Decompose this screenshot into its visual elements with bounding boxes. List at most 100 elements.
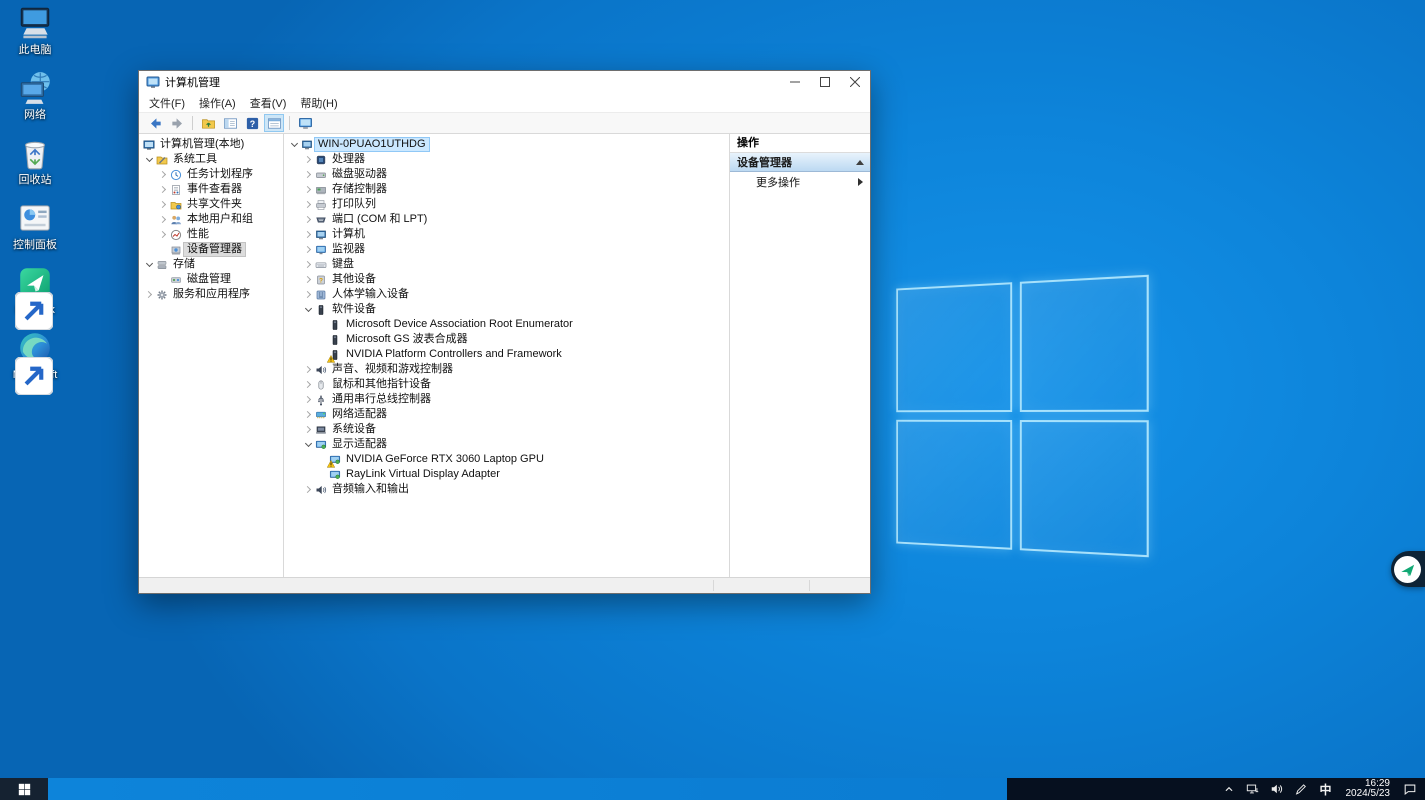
desktop-icon-edge[interactable]: Microsoft Edge [2,329,68,393]
tree-item[interactable]: 处理器 [284,152,729,167]
tree-item[interactable]: 打印队列 [284,197,729,212]
ime-indicator[interactable]: 中 [1317,781,1333,798]
help-button[interactable]: ? [242,114,262,132]
tree-item[interactable]: RayLink Virtual Display Adapter [284,467,729,482]
expand-chevron-icon[interactable] [302,423,315,436]
tree-item[interactable]: 网络适配器 [284,407,729,422]
expand-chevron-icon[interactable] [302,258,315,271]
expand-chevron-icon[interactable] [302,363,315,376]
desktop-icon-this-pc[interactable]: 此电脑 [2,4,68,56]
start-button[interactable] [0,778,48,800]
collapse-chevron-icon[interactable] [288,138,301,151]
tree-item[interactable]: 软件设备 [284,302,729,317]
desktop-icon-raylink[interactable]: RayLink [2,264,68,316]
tree-item[interactable]: 性能 [139,227,283,242]
console-tree-button[interactable] [220,114,240,132]
tree-item[interactable]: ?其他设备 [284,272,729,287]
collapse-chevron-icon[interactable] [302,438,315,451]
desktop-icon-recycle-bin[interactable]: 回收站 [2,134,68,186]
expand-chevron-icon[interactable] [302,393,315,406]
tree-item[interactable]: NVIDIA GeForce RTX 3060 Laptop GPU [284,452,729,467]
expand-chevron-icon[interactable] [157,198,170,211]
more-actions-item[interactable]: 更多操作 [730,172,870,192]
collapse-arrow-icon[interactable] [856,160,864,165]
back-button[interactable] [145,114,165,132]
menu-item-1[interactable]: 操作(A) [192,93,243,113]
menu-item-3[interactable]: 帮助(H) [293,93,344,113]
tree-item-label: 人体学输入设备 [329,288,412,301]
tree-item[interactable]: 存储控制器 [284,182,729,197]
expand-chevron-icon[interactable] [302,168,315,181]
clock[interactable]: 16:29 2024/5/23 [1343,779,1394,799]
expand-chevron-icon[interactable] [157,228,170,241]
tree-item[interactable]: 计算机 [284,227,729,242]
tree-item[interactable]: 通用串行总线控制器 [284,392,729,407]
network-tray-icon[interactable] [1245,782,1260,797]
menu-item-0[interactable]: 文件(F) [142,93,192,113]
monitor-toolbar-button[interactable] [295,114,315,132]
expand-chevron-icon[interactable] [157,213,170,226]
desktop-icon-network[interactable]: 网络 [2,69,68,121]
expand-chevron-icon[interactable] [302,288,315,301]
tree-item[interactable]: 计算机管理(本地) [139,137,283,152]
expand-chevron-icon[interactable] [302,378,315,391]
collapse-chevron-icon[interactable] [143,258,156,271]
tree-item[interactable]: 本地用户和组 [139,212,283,227]
volume-icon[interactable] [1269,782,1284,797]
action-center-icon[interactable] [1402,782,1417,797]
tree-item[interactable]: 磁盘驱动器 [284,167,729,182]
expand-chevron-icon[interactable] [157,183,170,196]
tree-item[interactable]: NVIDIA Platform Controllers and Framewor… [284,347,729,362]
expand-chevron-icon[interactable] [143,288,156,301]
tree-item[interactable]: Microsoft GS 波表合成器 [284,332,729,347]
expand-chevron-icon[interactable] [302,183,315,196]
expand-chevron-icon[interactable] [302,243,315,256]
maximize-button[interactable] [810,71,840,93]
tree-item[interactable]: 显示适配器 [284,437,729,452]
expand-chevron-icon[interactable] [302,213,315,226]
tree-item[interactable]: 监视器 [284,242,729,257]
tree-item[interactable]: 存储 [139,257,283,272]
desktop-icon-control-panel[interactable]: 控制面板 [2,199,68,251]
tree-item[interactable]: 事件查看器 [139,182,283,197]
close-button[interactable] [840,71,870,93]
tree-item[interactable]: 声音、视频和游戏控制器 [284,362,729,377]
tree-item[interactable]: 鼠标和其他指针设备 [284,377,729,392]
expand-chevron-icon[interactable] [302,408,315,421]
folder-up-button[interactable] [198,114,218,132]
tree-item[interactable]: 系统工具 [139,152,283,167]
tree-item[interactable]: 服务和应用程序 [139,287,283,302]
ports-icon [315,214,329,226]
tree-item[interactable]: 系统设备 [284,422,729,437]
title-bar[interactable]: 计算机管理 [139,71,870,93]
expand-chevron-icon[interactable] [302,153,315,166]
tree-item[interactable]: 人体学输入设备 [284,287,729,302]
collapse-chevron-icon[interactable] [143,153,156,166]
forward-button[interactable] [167,114,187,132]
properties-button[interactable] [264,114,284,132]
tree-item-label: 计算机 [329,228,368,241]
expand-chevron-icon[interactable] [157,168,170,181]
pen-icon[interactable] [1293,782,1308,797]
raylink-floating-button[interactable] [1391,551,1425,587]
tree-item[interactable]: WIN-0PUAO1UTHDG [284,137,729,152]
tree-item[interactable]: Microsoft Device Association Root Enumer… [284,317,729,332]
expand-chevron-icon[interactable] [302,228,315,241]
tree-item[interactable]: 端口 (COM 和 LPT) [284,212,729,227]
minimize-button[interactable] [780,71,810,93]
tree-item[interactable]: 音频输入和输出 [284,482,729,497]
actions-group-device-manager[interactable]: 设备管理器 [730,153,870,172]
hidden-icons-chevron[interactable] [1221,782,1236,797]
tree-item[interactable]: 磁盘管理 [139,272,283,287]
expand-chevron-icon[interactable] [302,198,315,211]
tree-item[interactable]: 共享文件夹 [139,197,283,212]
tree-item[interactable]: 设备管理器 [139,242,283,257]
chevron-spacer [316,333,329,346]
software-component-icon [329,319,343,331]
expand-chevron-icon[interactable] [302,483,315,496]
tree-item[interactable]: 键盘 [284,257,729,272]
menu-item-2[interactable]: 查看(V) [243,93,294,113]
tree-item[interactable]: 任务计划程序 [139,167,283,182]
collapse-chevron-icon[interactable] [302,303,315,316]
expand-chevron-icon[interactable] [302,273,315,286]
